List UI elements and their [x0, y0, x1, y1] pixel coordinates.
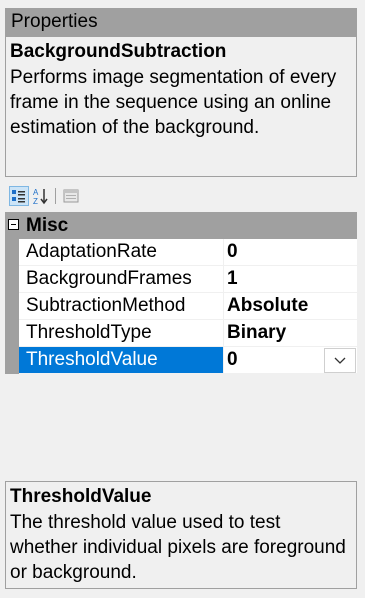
- row-gutter: [5, 347, 19, 374]
- panel-title: Properties: [11, 11, 98, 32]
- property-name[interactable]: AdaptationRate: [19, 239, 224, 266]
- properties-window: Properties BackgroundSubtraction Perform…: [0, 0, 365, 598]
- property-pages-icon: [63, 189, 79, 203]
- property-row-threshold-value[interactable]: ThresholdValue 0: [5, 347, 357, 374]
- property-name[interactable]: ThresholdType: [19, 320, 224, 347]
- property-name-selected[interactable]: ThresholdValue: [19, 347, 224, 374]
- property-value[interactable]: Absolute: [224, 293, 357, 320]
- object-name: BackgroundSubtraction: [10, 41, 227, 62]
- property-row-subtraction-method[interactable]: SubtractionMethod Absolute: [5, 293, 357, 320]
- property-name[interactable]: BackgroundFrames: [19, 266, 224, 293]
- chevron-down-icon: [334, 357, 346, 364]
- row-gutter: [5, 266, 19, 293]
- svg-text:Z: Z: [33, 197, 38, 206]
- help-description: The threshold value used to test whether…: [10, 512, 346, 583]
- object-description-panel: BackgroundSubtraction Performs image seg…: [5, 37, 357, 177]
- categorized-icon: [12, 190, 25, 203]
- property-value[interactable]: 0: [224, 239, 357, 266]
- property-grid: Misc AdaptationRate 0 BackgroundFrames 1…: [5, 212, 357, 374]
- toolbar-separator: [55, 188, 56, 204]
- row-gutter: [5, 320, 19, 347]
- row-gutter: [5, 239, 19, 266]
- property-toolbar: A Z: [5, 186, 357, 208]
- property-value[interactable]: Binary: [224, 320, 357, 347]
- value-dropdown-button[interactable]: [324, 348, 356, 373]
- row-gutter: [5, 293, 19, 320]
- category-row-misc: Misc: [5, 212, 357, 239]
- property-value[interactable]: 1: [224, 266, 357, 293]
- property-name[interactable]: SubtractionMethod: [19, 293, 224, 320]
- collapse-icon[interactable]: [8, 219, 19, 230]
- category-label: Misc: [26, 215, 69, 236]
- property-value[interactable]: 0: [227, 349, 238, 370]
- alphabetical-button[interactable]: A Z: [31, 186, 51, 206]
- alphabetical-sort-icon: A Z: [33, 188, 48, 206]
- categorized-button[interactable]: [9, 186, 29, 206]
- object-description: Performs image segmentation of every fra…: [10, 67, 337, 138]
- help-title: ThresholdValue: [10, 486, 152, 507]
- panel-title-bar: Properties: [5, 8, 357, 37]
- property-row-adaptation-rate[interactable]: AdaptationRate 0: [5, 239, 357, 266]
- property-row-background-frames[interactable]: BackgroundFrames 1: [5, 266, 357, 293]
- help-panel: ThresholdValue The threshold value used …: [5, 481, 357, 589]
- property-row-threshold-type[interactable]: ThresholdType Binary: [5, 320, 357, 347]
- svg-text:A: A: [33, 188, 39, 197]
- property-value-editor[interactable]: 0: [224, 347, 357, 374]
- property-pages-button[interactable]: [61, 186, 81, 206]
